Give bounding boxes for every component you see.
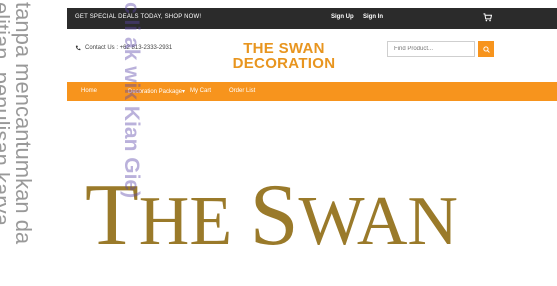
hero-letter-t: T: [85, 167, 139, 264]
search-input[interactable]: [387, 41, 475, 57]
contact-info: Contact Us : +62 813-2333-2931: [75, 45, 172, 51]
brand-line-1: THE SWAN: [243, 40, 325, 57]
hero-text-wan: WAN: [298, 183, 458, 260]
sign-up-link[interactable]: Sign Up: [331, 14, 354, 20]
main-nav: Home Decoration Package▾ My Cart Order L…: [67, 82, 557, 101]
contact-text: Contact Us : +62 813-2333-2931: [85, 45, 173, 51]
search-button[interactable]: [478, 41, 494, 57]
watermark-line-1: tanpa mencantumkan da: [11, 2, 36, 245]
nav-item-decoration-package[interactable]: Decoration Package▾: [128, 88, 185, 95]
promo-text: GET SPECIAL DEALS TODAY, SHOP NOW!: [75, 14, 202, 20]
top-bar: GET SPECIAL DEALS TODAY, SHOP NOW! Sign …: [67, 8, 557, 29]
hero-text-he: HE: [138, 183, 250, 260]
nav-item-label: Decoration Package: [128, 89, 183, 95]
nav-item-order-list[interactable]: Order List: [229, 88, 255, 94]
sign-in-link[interactable]: Sign In: [363, 14, 383, 20]
brand-logo[interactable]: THE SWAN DECORATION: [222, 41, 346, 71]
phone-icon: [75, 45, 81, 51]
brand-line-2: DECORATION: [232, 55, 336, 72]
watermark-left: tanpa mencantumkan da elitian, penulisan…: [0, 0, 36, 286]
search-icon: [482, 45, 490, 53]
watermark-line-2: elitian, penulisan karya: [0, 2, 14, 226]
hero-letter-s: S: [249, 167, 299, 264]
nav-item-home[interactable]: Home: [81, 88, 97, 94]
hero-banner: THE SWAN: [67, 150, 557, 286]
hero-title: THE SWAN: [85, 172, 458, 260]
nav-item-my-cart[interactable]: My Cart: [190, 88, 211, 94]
shopping-cart-icon[interactable]: [483, 13, 492, 22]
caret-down-icon: ▾: [182, 89, 186, 95]
